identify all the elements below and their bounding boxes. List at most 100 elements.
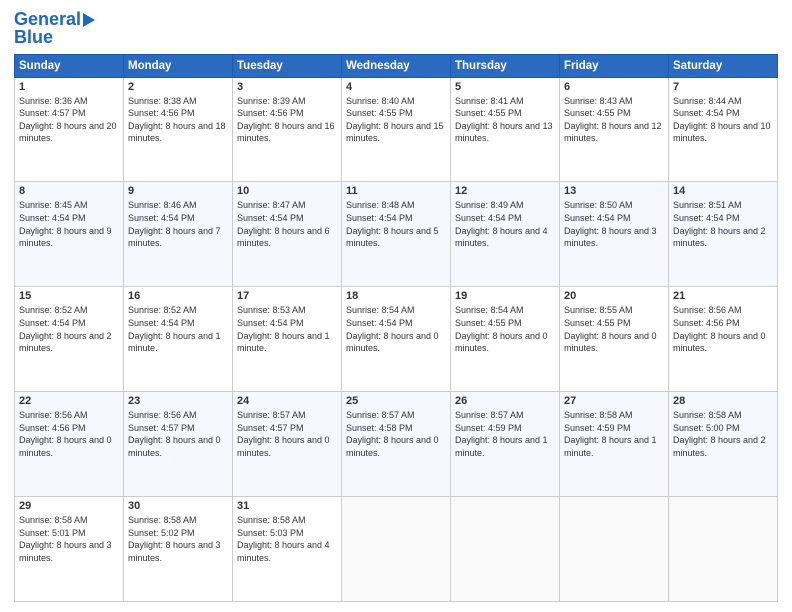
day-number: 12 <box>455 185 555 197</box>
calendar-cell: 11 Sunrise: 8:48 AMSunset: 4:54 PMDaylig… <box>342 182 451 287</box>
cell-info: Sunrise: 8:52 AMSunset: 4:54 PMDaylight:… <box>19 305 112 353</box>
calendar-header-row: SundayMondayTuesdayWednesdayThursdayFrid… <box>15 54 778 77</box>
logo-arrow-icon <box>83 13 95 27</box>
cell-info: Sunrise: 8:47 AMSunset: 4:54 PMDaylight:… <box>237 200 330 248</box>
calendar-week-row: 15 Sunrise: 8:52 AMSunset: 4:54 PMDaylig… <box>15 287 778 392</box>
cell-info: Sunrise: 8:58 AMSunset: 5:00 PMDaylight:… <box>673 410 766 458</box>
cell-info: Sunrise: 8:57 AMSunset: 4:58 PMDaylight:… <box>346 410 439 458</box>
day-number: 31 <box>237 500 337 512</box>
day-number: 15 <box>19 290 119 302</box>
day-number: 19 <box>455 290 555 302</box>
cell-info: Sunrise: 8:48 AMSunset: 4:54 PMDaylight:… <box>346 200 439 248</box>
calendar-cell: 18 Sunrise: 8:54 AMSunset: 4:54 PMDaylig… <box>342 287 451 392</box>
calendar-cell: 7 Sunrise: 8:44 AMSunset: 4:54 PMDayligh… <box>669 77 778 182</box>
day-number: 14 <box>673 185 773 197</box>
day-number: 11 <box>346 185 446 197</box>
cell-info: Sunrise: 8:39 AMSunset: 4:56 PMDaylight:… <box>237 96 335 144</box>
header: General Blue <box>14 10 778 48</box>
calendar-cell: 2 Sunrise: 8:38 AMSunset: 4:56 PMDayligh… <box>124 77 233 182</box>
day-number: 26 <box>455 395 555 407</box>
calendar-cell: 14 Sunrise: 8:51 AMSunset: 4:54 PMDaylig… <box>669 182 778 287</box>
calendar-day-header: Sunday <box>15 54 124 77</box>
logo: General Blue <box>14 10 95 48</box>
day-number: 9 <box>128 185 228 197</box>
day-number: 3 <box>237 81 337 93</box>
calendar-cell: 20 Sunrise: 8:55 AMSunset: 4:55 PMDaylig… <box>560 287 669 392</box>
calendar-cell <box>560 497 669 602</box>
cell-info: Sunrise: 8:54 AMSunset: 4:55 PMDaylight:… <box>455 305 548 353</box>
calendar-cell: 26 Sunrise: 8:57 AMSunset: 4:59 PMDaylig… <box>451 392 560 497</box>
calendar-cell: 27 Sunrise: 8:58 AMSunset: 4:59 PMDaylig… <box>560 392 669 497</box>
day-number: 21 <box>673 290 773 302</box>
cell-info: Sunrise: 8:56 AMSunset: 4:57 PMDaylight:… <box>128 410 221 458</box>
day-number: 22 <box>19 395 119 407</box>
calendar-cell <box>451 497 560 602</box>
calendar-cell <box>669 497 778 602</box>
day-number: 16 <box>128 290 228 302</box>
calendar-cell: 31 Sunrise: 8:58 AMSunset: 5:03 PMDaylig… <box>233 497 342 602</box>
day-number: 17 <box>237 290 337 302</box>
calendar-week-row: 8 Sunrise: 8:45 AMSunset: 4:54 PMDayligh… <box>15 182 778 287</box>
cell-info: Sunrise: 8:56 AMSunset: 4:56 PMDaylight:… <box>673 305 766 353</box>
day-number: 6 <box>564 81 664 93</box>
day-number: 7 <box>673 81 773 93</box>
cell-info: Sunrise: 8:40 AMSunset: 4:55 PMDaylight:… <box>346 96 444 144</box>
day-number: 10 <box>237 185 337 197</box>
day-number: 24 <box>237 395 337 407</box>
cell-info: Sunrise: 8:45 AMSunset: 4:54 PMDaylight:… <box>19 200 112 248</box>
calendar-cell: 21 Sunrise: 8:56 AMSunset: 4:56 PMDaylig… <box>669 287 778 392</box>
calendar-cell: 29 Sunrise: 8:58 AMSunset: 5:01 PMDaylig… <box>15 497 124 602</box>
calendar-cell: 23 Sunrise: 8:56 AMSunset: 4:57 PMDaylig… <box>124 392 233 497</box>
cell-info: Sunrise: 8:55 AMSunset: 4:55 PMDaylight:… <box>564 305 657 353</box>
calendar-cell: 19 Sunrise: 8:54 AMSunset: 4:55 PMDaylig… <box>451 287 560 392</box>
day-number: 23 <box>128 395 228 407</box>
day-number: 28 <box>673 395 773 407</box>
calendar-cell: 4 Sunrise: 8:40 AMSunset: 4:55 PMDayligh… <box>342 77 451 182</box>
calendar-cell: 17 Sunrise: 8:53 AMSunset: 4:54 PMDaylig… <box>233 287 342 392</box>
logo-general: General <box>14 9 81 29</box>
day-number: 29 <box>19 500 119 512</box>
calendar-cell: 10 Sunrise: 8:47 AMSunset: 4:54 PMDaylig… <box>233 182 342 287</box>
cell-info: Sunrise: 8:41 AMSunset: 4:55 PMDaylight:… <box>455 96 553 144</box>
calendar-week-row: 22 Sunrise: 8:56 AMSunset: 4:56 PMDaylig… <box>15 392 778 497</box>
calendar-cell: 6 Sunrise: 8:43 AMSunset: 4:55 PMDayligh… <box>560 77 669 182</box>
logo-blue: Blue <box>14 28 53 48</box>
calendar-week-row: 29 Sunrise: 8:58 AMSunset: 5:01 PMDaylig… <box>15 497 778 602</box>
cell-info: Sunrise: 8:44 AMSunset: 4:54 PMDaylight:… <box>673 96 771 144</box>
cell-info: Sunrise: 8:58 AMSunset: 5:03 PMDaylight:… <box>237 515 330 563</box>
day-number: 18 <box>346 290 446 302</box>
cell-info: Sunrise: 8:50 AMSunset: 4:54 PMDaylight:… <box>564 200 657 248</box>
calendar-day-header: Saturday <box>669 54 778 77</box>
calendar-day-header: Tuesday <box>233 54 342 77</box>
calendar-week-row: 1 Sunrise: 8:36 AMSunset: 4:57 PMDayligh… <box>15 77 778 182</box>
day-number: 2 <box>128 81 228 93</box>
calendar: SundayMondayTuesdayWednesdayThursdayFrid… <box>14 54 778 602</box>
day-number: 27 <box>564 395 664 407</box>
page: General Blue SundayMondayTuesdayWednesda… <box>0 0 792 612</box>
calendar-day-header: Thursday <box>451 54 560 77</box>
cell-info: Sunrise: 8:56 AMSunset: 4:56 PMDaylight:… <box>19 410 112 458</box>
cell-info: Sunrise: 8:49 AMSunset: 4:54 PMDaylight:… <box>455 200 548 248</box>
calendar-cell: 3 Sunrise: 8:39 AMSunset: 4:56 PMDayligh… <box>233 77 342 182</box>
cell-info: Sunrise: 8:51 AMSunset: 4:54 PMDaylight:… <box>673 200 766 248</box>
calendar-day-header: Wednesday <box>342 54 451 77</box>
cell-info: Sunrise: 8:58 AMSunset: 5:02 PMDaylight:… <box>128 515 221 563</box>
calendar-cell: 12 Sunrise: 8:49 AMSunset: 4:54 PMDaylig… <box>451 182 560 287</box>
day-number: 5 <box>455 81 555 93</box>
calendar-cell: 22 Sunrise: 8:56 AMSunset: 4:56 PMDaylig… <box>15 392 124 497</box>
calendar-cell <box>342 497 451 602</box>
calendar-cell: 15 Sunrise: 8:52 AMSunset: 4:54 PMDaylig… <box>15 287 124 392</box>
cell-info: Sunrise: 8:53 AMSunset: 4:54 PMDaylight:… <box>237 305 330 353</box>
calendar-cell: 1 Sunrise: 8:36 AMSunset: 4:57 PMDayligh… <box>15 77 124 182</box>
cell-info: Sunrise: 8:52 AMSunset: 4:54 PMDaylight:… <box>128 305 221 353</box>
cell-info: Sunrise: 8:36 AMSunset: 4:57 PMDaylight:… <box>19 96 117 144</box>
cell-info: Sunrise: 8:57 AMSunset: 4:57 PMDaylight:… <box>237 410 330 458</box>
calendar-cell: 16 Sunrise: 8:52 AMSunset: 4:54 PMDaylig… <box>124 287 233 392</box>
cell-info: Sunrise: 8:58 AMSunset: 5:01 PMDaylight:… <box>19 515 112 563</box>
calendar-cell: 5 Sunrise: 8:41 AMSunset: 4:55 PMDayligh… <box>451 77 560 182</box>
cell-info: Sunrise: 8:46 AMSunset: 4:54 PMDaylight:… <box>128 200 221 248</box>
cell-info: Sunrise: 8:43 AMSunset: 4:55 PMDaylight:… <box>564 96 662 144</box>
day-number: 30 <box>128 500 228 512</box>
day-number: 25 <box>346 395 446 407</box>
calendar-cell: 25 Sunrise: 8:57 AMSunset: 4:58 PMDaylig… <box>342 392 451 497</box>
